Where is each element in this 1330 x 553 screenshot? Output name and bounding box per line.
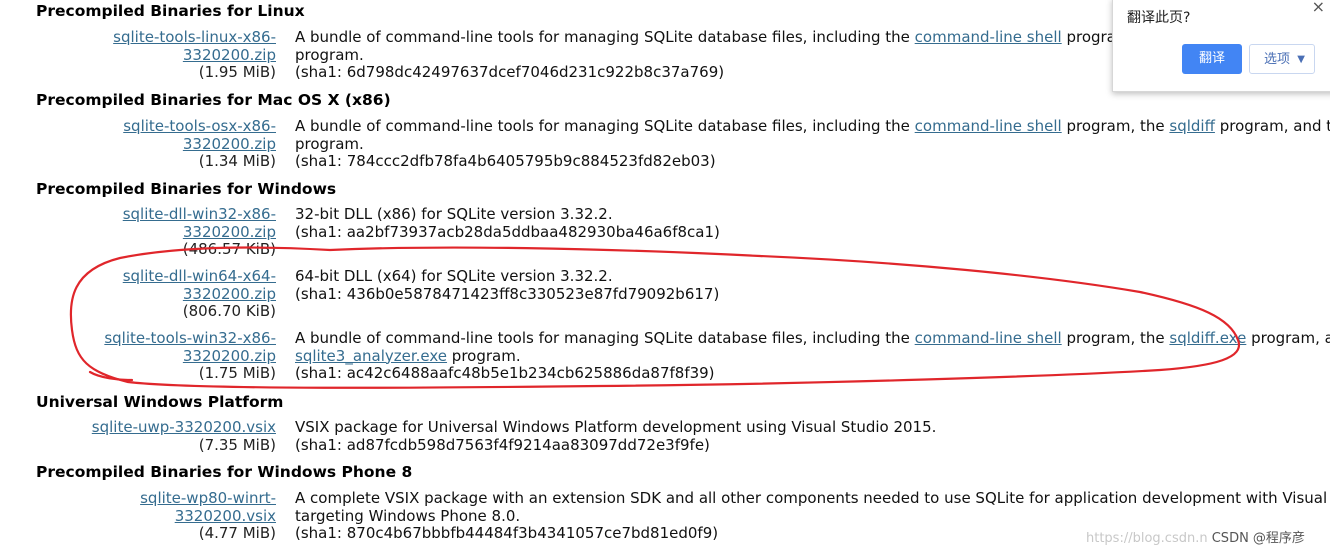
download-link-sqlite-dll-win32[interactable]: sqlite-dll-win32-x86- 3320200.zip [123,205,276,241]
description: VSIX package for Universal Windows Platf… [295,418,937,454]
section-title-uwp: Universal Windows Platform [36,393,284,411]
sha1-hash: (sha1: 436b0e5878471423ff8c330523e87fd79… [295,284,720,303]
link-command-line-shell[interactable]: command-line shell [915,28,1062,46]
close-icon[interactable]: × [1312,0,1325,16]
section-title-linux: Precompiled Binaries for Linux [36,2,305,20]
download-link-sqlite-tools-linux[interactable]: sqlite-tools-linux-x86- 3320200.zip [113,28,276,64]
link-sqldiff-exe[interactable]: sqldiff.exe [1169,329,1246,347]
download-link-cell: sqlite-tools-linux-x86- 3320200.zip (1.95… [113,28,276,82]
download-link-cell: sqlite-wp80-winrt- 3320200.vsix (4.77 MiB… [140,489,276,543]
download-link-sqlite-uwp[interactable]: sqlite-uwp-3320200.vsix [92,418,276,436]
file-size: (1.95 MiB) [198,63,276,82]
file-size: (486.57 KiB) [182,240,276,259]
sha1-hash: (sha1: 784ccc2dfb78fa4b6405795b9c884523f… [295,152,716,171]
file-size: (806.70 KiB) [182,302,276,321]
description: A bundle of command-line tools for manag… [295,329,1330,383]
translate-question: 翻译此页? [1127,10,1191,26]
link-command-line-shell[interactable]: command-line shell [915,117,1062,135]
watermark-brand: CSDN @程序彦 [1211,531,1305,546]
description: 64-bit DLL (x64) for SQLite version 3.32… [295,267,720,303]
file-size: (1.34 MiB) [198,152,276,171]
file-size: (1.75 MiB) [198,364,276,383]
section-title-windows-phone-8: Precompiled Binaries for Windows Phone 8 [36,463,413,481]
download-link-sqlite-tools-win32[interactable]: sqlite-tools-win32-x86- 3320200.zip [104,329,276,365]
download-link-cell: sqlite-dll-win32-x86- 3320200.zip (486.57… [123,205,276,259]
download-link-sqlite-tools-osx[interactable]: sqlite-tools-osx-x86- 3320200.zip [123,117,276,153]
sha1-hash: (sha1: aa2bf73937acb28da5ddbaa482930ba46… [295,222,720,241]
sha1-hash: (sha1: ac42c6488aafc48b5e1b234cb625886da… [295,364,715,383]
options-dropdown-button[interactable]: 选项 ▼ [1249,44,1315,74]
options-label: 选项 [1264,52,1291,67]
download-link-cell: sqlite-tools-osx-x86- 3320200.zip (1.34 M… [123,117,276,171]
sha1-hash: (sha1: 870c4b67bbbfb44484f3b4341057ce7bd… [295,524,719,543]
section-title-windows: Precompiled Binaries for Windows [36,180,337,198]
link-sqlite3-analyzer[interactable]: sqlite3_analyzer.exe [295,347,447,365]
link-command-line-shell[interactable]: command-line shell [915,329,1062,347]
sha1-hash: (sha1: 6d798dc42497637dcef7046d231c922b8… [295,63,725,82]
translate-popup: 翻译此页? × 翻译 选项 ▼ [1112,0,1330,92]
download-link-cell: sqlite-dll-win64-x64- 3320200.zip (806.70… [123,267,276,321]
watermark-url: https://blog.csdn.n [1086,531,1208,546]
translate-button[interactable]: 翻译 [1182,44,1242,74]
download-link-cell: sqlite-tools-win32-x86- 3320200.zip (1.75… [104,329,276,383]
file-size: (7.35 MiB) [198,435,276,454]
download-link-sqlite-wp80[interactable]: sqlite-wp80-winrt- 3320200.vsix [140,489,276,525]
description: 32-bit DLL (x86) for SQLite version 3.32… [295,205,720,241]
watermark: https://blog.csdn.n CSDN @程序彦 [1086,527,1305,546]
chevron-down-icon: ▼ [1297,54,1305,65]
description: A bundle of command-line tools for manag… [295,117,1330,171]
download-link-sqlite-dll-win64[interactable]: sqlite-dll-win64-x64- 3320200.zip [123,267,276,303]
file-size: (4.77 MiB) [198,524,276,543]
section-title-mac: Precompiled Binaries for Mac OS X (x86) [36,91,391,109]
link-sqldiff[interactable]: sqldiff [1169,117,1215,135]
description: A bundle of command-line tools for manag… [295,28,1131,82]
download-link-cell: sqlite-uwp-3320200.vsix (7.35 MiB) [92,418,276,454]
sha1-hash: (sha1: ad87fcdb598d7563f4f9214aa83097dd7… [295,435,710,454]
